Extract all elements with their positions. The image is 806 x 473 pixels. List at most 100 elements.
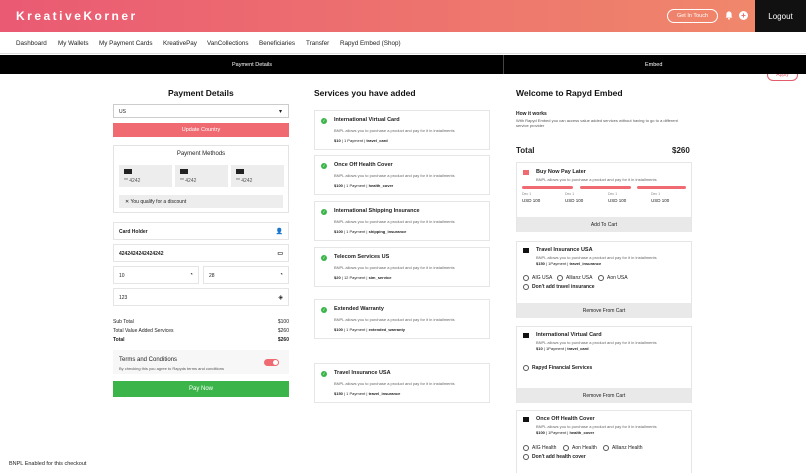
radio-no-health-cover[interactable]: Don't add health cover (523, 454, 586, 460)
check-icon: ✓ (321, 209, 327, 215)
product-icon (523, 417, 529, 422)
terms-title: Terms and Conditions (119, 357, 178, 363)
add-icon[interactable]: + (739, 11, 748, 20)
service-desc: BNPL allows you to purchase a product an… (334, 128, 455, 133)
tab-payment-details[interactable]: Payment Details (232, 62, 272, 68)
nav-kreativepay[interactable]: KreativePay (163, 40, 197, 47)
nav-my-payment-cards[interactable]: My Payment Cards (99, 40, 153, 47)
service-meta: $100 | 1 Payment | extended_warranty (334, 327, 406, 332)
visa-icon (124, 169, 132, 174)
saved-card-3[interactable]: ** 4242 (231, 165, 284, 187)
radio-aig-usa[interactable]: AIG USA (523, 275, 552, 281)
bnpl-desc: BNPL allows you to purchase a product an… (536, 177, 657, 182)
service-title: Once Off Health Cover (334, 162, 393, 168)
installment-bar (580, 186, 631, 189)
service-meta: $100 | 1 Payment | shipping_insurance (334, 229, 407, 234)
embed-total-value: $260 (672, 146, 690, 155)
installment-bar (637, 186, 686, 189)
service-card: ✓ International Shipping Insurance BNPL … (314, 201, 490, 241)
radio-aig-health[interactable]: AIG Health (523, 445, 556, 451)
services-title: Services you have added (314, 88, 416, 98)
card-holder-input[interactable]: Card Holder 👤 (113, 222, 289, 240)
service-meta: $20 | 12 Payment | sim_service (334, 275, 392, 280)
expiry-year-input[interactable]: 28 ◔ (203, 266, 289, 284)
radio-allianz-usa[interactable]: Allianz USA (557, 275, 592, 281)
update-country-button[interactable]: Update Country (113, 123, 289, 137)
service-desc: BNPL allows you to purchase a product an… (334, 173, 455, 178)
service-card: ✓ International Virtual Card BNPL allows… (314, 110, 490, 150)
visa-icon (180, 169, 188, 174)
radio-aon-usa[interactable]: Aon USA (598, 275, 628, 281)
saved-card-1[interactable]: ** 4242 (119, 165, 172, 187)
check-icon: ✓ (321, 371, 327, 377)
nav-vancollections[interactable]: VanCollections (207, 40, 249, 47)
expiry-month-input[interactable]: 10 ◔ (113, 266, 199, 284)
how-it-works-desc: With Rapyd Embed you can access value ad… (516, 118, 678, 128)
main-nav: Dashboard My Wallets My Payment Cards Kr… (0, 32, 806, 81)
product-icon (523, 333, 529, 338)
installment-date: Dec 1 (651, 192, 661, 196)
tab-divider (503, 55, 504, 74)
check-icon: ✓ (321, 307, 327, 313)
shield-icon: ◈ (278, 295, 283, 301)
subtotal-row: Sub Total $100 (113, 319, 289, 325)
service-meta: $10 | 1 Payment | travel_card (334, 138, 388, 143)
brand-logo[interactable]: KreativeKorner (16, 9, 138, 23)
remove-from-cart-button[interactable]: Remove From Cart (517, 303, 691, 318)
radio-no-travel-insurance[interactable]: Don't add travel insurance (523, 284, 595, 290)
service-desc: BNPL allows you to purchase a product an… (334, 219, 455, 224)
visa-icon (236, 169, 244, 174)
saved-card-2[interactable]: ** 4242 (175, 165, 228, 187)
top-bar: KreativeKorner Get In Touch + Logout (0, 0, 806, 32)
section-tab-bar: Payment Details Embed (0, 55, 806, 74)
chevron-down-icon: ▾ (278, 109, 282, 115)
country-select[interactable]: US ▾ (113, 104, 289, 118)
bnpl-panel: Buy Now Pay Later BNPL allows you to pur… (516, 162, 692, 232)
product-meta: $10 | 1Payment | travel_card (536, 346, 589, 351)
vas-row: Total Value Added Services $260 (113, 328, 289, 334)
remove-from-cart-button[interactable]: Remove From Cart (517, 388, 691, 403)
cvv-input[interactable]: 123 ◈ (113, 288, 289, 306)
card-last4: ** 4242 (236, 178, 253, 184)
nav-transfer[interactable]: Transfer (306, 40, 329, 47)
radio-rapyd-financial-services[interactable]: Rapyd Financial Services (523, 365, 592, 371)
card-last4: ** 4242 (180, 178, 197, 184)
radio-aon-health[interactable]: Aon Health (563, 445, 597, 451)
nav-dashboard[interactable]: Dashboard (16, 40, 47, 47)
terms-toggle[interactable] (264, 359, 279, 366)
service-card: ✓ Telecom Services US BNPL allows you to… (314, 247, 490, 287)
service-card: ✓ Travel Insurance USA BNPL allows you t… (314, 363, 490, 403)
calendar-icon: ◔ (189, 272, 193, 278)
card-number-input[interactable]: 4242424242424242 ▭ (113, 244, 289, 262)
payment-details-title: Payment Details (168, 88, 234, 98)
toggle-knob (273, 360, 278, 365)
installment-date: Dec 1 (565, 192, 575, 196)
nav-beneficiaries[interactable]: Beneficiaries (259, 40, 295, 47)
service-title: Telecom Services US (334, 254, 390, 260)
embed-total-label: Total (516, 146, 535, 155)
pay-now-button[interactable]: Pay Now (113, 381, 289, 397)
nav-my-wallets[interactable]: My Wallets (58, 40, 89, 47)
radio-allianz-health[interactable]: Allianz Health (603, 445, 643, 451)
service-desc: BNPL allows you to purchase a product an… (334, 381, 455, 386)
user-icon: 👤 (275, 229, 283, 235)
product-title: Once Off Health Cover (536, 416, 595, 422)
get-in-touch-button[interactable]: Get In Touch (667, 9, 718, 23)
country-value: US (119, 109, 126, 115)
terms-subtitle: By checking this you agree to Rapyds ter… (119, 366, 224, 371)
service-desc: BNPL allows you to purchase a product an… (334, 265, 455, 270)
service-card: ✓ Extended Warranty BNPL allows you to p… (314, 299, 490, 339)
product-desc: BNPL allows you to purchase a product an… (536, 424, 657, 429)
tab-embed[interactable]: Embed (645, 62, 662, 68)
add-to-cart-button[interactable]: Add To Cart (517, 217, 691, 232)
bell-icon[interactable] (725, 11, 733, 20)
health-cover-panel: Once Off Health Cover BNPL allows you to… (516, 410, 692, 473)
service-title: Travel Insurance USA (334, 370, 391, 376)
logout-button[interactable]: Logout (755, 0, 806, 32)
calendar-icon: ◔ (279, 272, 283, 278)
close-icon[interactable]: ✕ (125, 199, 129, 205)
service-meta: $100 | 1 Payment | health_cover (334, 183, 394, 188)
nav-rapyd-embed-shop[interactable]: Rapyd Embed (Shop) (340, 40, 401, 47)
discount-notice: ✕ You qualify for a discount (119, 195, 283, 208)
credit-card-icon: ▭ (277, 251, 283, 257)
